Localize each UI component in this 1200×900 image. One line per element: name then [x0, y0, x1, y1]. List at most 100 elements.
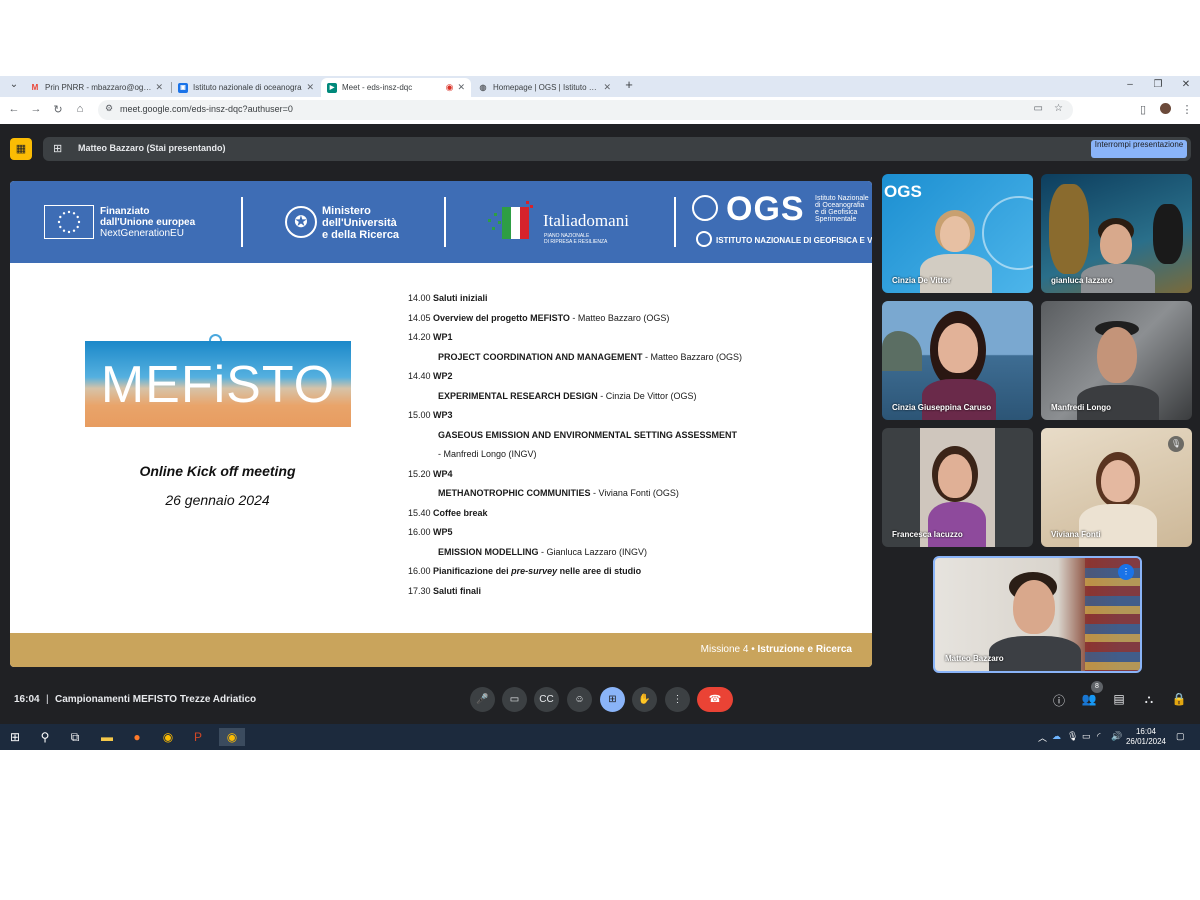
keyboard-icon[interactable]: ▭ — [1082, 731, 1091, 742]
face — [1100, 224, 1132, 264]
captions-button[interactable]: CC — [534, 687, 559, 712]
end-call-button[interactable]: ☎ — [697, 687, 733, 712]
close-icon[interactable]: ✕ — [603, 82, 611, 93]
present-screen-icon: ⊞ — [53, 143, 63, 155]
chrome-icon[interactable]: ◉ — [159, 728, 177, 746]
bookmark-star-icon[interactable]: ☆ — [1054, 103, 1063, 114]
emoji-reactions-button[interactable]: ☺ — [567, 687, 592, 712]
people-icon[interactable]: 👥 — [1081, 692, 1097, 706]
screen: ⌄ M Prin PNRR - mbazzaro@ogs.it - ✕ ▣ Is… — [0, 76, 1200, 750]
tab-istituto[interactable]: ▣ Istituto nazionale di oceanogra ✕ — [172, 78, 320, 97]
close-icon[interactable]: ✕ — [155, 82, 163, 93]
present-screen-button[interactable]: ⊞ — [600, 687, 625, 712]
forward-arrow-icon[interactable]: → — [29, 103, 43, 115]
tray-chevron-icon[interactable]: ︿ — [1038, 731, 1047, 744]
ogs-logo-text: OGS — [726, 190, 805, 228]
mur-line: Ministero — [322, 205, 371, 217]
powerpoint-icon[interactable]: P — [189, 728, 207, 746]
home-icon[interactable]: ⌂ — [73, 103, 87, 115]
omnibox[interactable]: ⚙ meet.google.com/eds-insz-dqc?authuser=… — [98, 100, 1073, 120]
bar-separator: | — [46, 694, 49, 705]
file-explorer-icon[interactable]: ▬ — [98, 728, 116, 746]
wifi-icon[interactable]: ◜ — [1097, 731, 1101, 742]
reload-icon[interactable]: ↻ — [51, 103, 65, 116]
new-tab-button[interactable]: + — [619, 77, 639, 92]
chrome-active-icon[interactable]: ◉ — [219, 728, 245, 746]
tab-gmail[interactable]: M Prin PNRR - mbazzaro@ogs.it - ✕ — [24, 78, 169, 97]
participant-tile[interactable]: gianluca lazzaro — [1041, 174, 1192, 293]
url-text[interactable]: meet.google.com/eds-insz-dqc?authuser=0 — [120, 104, 293, 114]
firefox-icon[interactable]: ● — [128, 728, 146, 746]
island-background — [882, 331, 922, 371]
host-controls-icon[interactable]: 🔒 — [1171, 692, 1187, 706]
close-icon[interactable]: ✕ — [457, 82, 465, 93]
participant-tile[interactable]: Manfredi Longo — [1041, 301, 1192, 420]
eu-line: NextGenerationEU — [100, 228, 184, 239]
back-arrow-icon[interactable]: ← — [7, 103, 21, 115]
participant-tile[interactable]: OGS Cinzia De Vittor — [882, 174, 1033, 293]
face — [938, 454, 972, 498]
agenda-item: 17.30 Saluti finali — [408, 585, 482, 596]
camera-in-use-icon[interactable]: ▭ — [1034, 103, 1043, 114]
windows-start-icon[interactable]: ⊞ — [6, 728, 24, 746]
participant-tile[interactable]: Cinzia Giuseppina Caruso — [882, 301, 1033, 420]
windows-taskbar: ⊞ ⚲ ⧉ ▬ ● ◉ P ◉ ︿ ☁ 🎙 ▭ ◜ 🔊 16:04 26/01/… — [0, 724, 1200, 750]
more-options-button[interactable]: ⋮ — [665, 687, 690, 712]
face — [1097, 327, 1137, 383]
agenda-item: 14.05 Overview del progetto MEFISTO - Ma… — [408, 312, 670, 323]
browser-menu-icon[interactable]: ⋮ — [1180, 103, 1194, 116]
recording-icon: ◉ — [445, 82, 454, 92]
side-panel-icon[interactable]: ▯ — [1136, 103, 1150, 116]
site-info-icon[interactable]: ⚙ — [105, 103, 113, 114]
meet-top-bar: ▦ ⊞ Matteo Bazzaro (Stai presentando) In… — [0, 124, 1200, 174]
search-icon[interactable]: ⚲ — [36, 728, 54, 746]
window-close-button[interactable]: ✕ — [1176, 79, 1196, 90]
body — [920, 254, 992, 293]
tab-search-icon[interactable]: ⌄ — [4, 79, 24, 90]
eu-funding-text: Finanziato dall'Unione europea NextGener… — [100, 206, 195, 239]
minimize-button[interactable]: – — [1120, 79, 1140, 90]
agenda-item: 14.20 WP1 — [408, 332, 453, 342]
camera-button[interactable]: ▭ — [502, 687, 527, 712]
participant-tile-self[interactable]: ⋮ Matteo Bazzaro — [933, 556, 1142, 673]
notifications-icon[interactable]: ▢ — [1176, 731, 1185, 742]
meet-control-bar: 16:04 | Campionamenti MEFISTO Trezze Adr… — [0, 679, 1200, 724]
face — [938, 323, 978, 373]
tab-ogs-homepage[interactable]: ◍ Homepage | OGS | Istituto Nazi ✕ — [472, 78, 617, 97]
meeting-name: Campionamenti MEFISTO Trezze Adriatico — [55, 694, 257, 705]
agenda-subitem: EXPERIMENTAL RESEARCH DESIGN - Cinzia De… — [438, 390, 697, 401]
profile-avatar[interactable] — [1158, 103, 1172, 117]
ogs-sub-line: e di Geofisica — [815, 209, 858, 216]
participant-name: Matteo Bazzaro — [945, 654, 1004, 663]
microphone-button[interactable]: 🎤 — [470, 687, 495, 712]
stop-presenting-button[interactable]: Interrompi presentazione — [1091, 140, 1187, 158]
mic-tray-icon[interactable]: 🎙 — [1067, 731, 1078, 742]
raise-hand-button[interactable]: ✋ — [632, 687, 657, 712]
task-view-icon[interactable]: ⧉ — [66, 728, 84, 746]
globe-icon: ◍ — [479, 83, 487, 92]
volume-icon[interactable]: 🔊 — [1111, 731, 1122, 742]
onedrive-icon[interactable]: ☁ — [1052, 731, 1061, 742]
activities-icon[interactable]: ⛬ — [1141, 692, 1157, 707]
restore-button[interactable]: ❐ — [1148, 79, 1168, 90]
agenda-subitem: EMISSION MODELLING - Gianluca Lazzaro (I… — [438, 546, 648, 557]
slide-header-logos: Finanziato dall'Unione europea NextGener… — [10, 181, 872, 263]
participant-name: Cinzia De Vittor — [892, 276, 951, 285]
tab-label: Istituto nazionale di oceanogra — [193, 83, 302, 92]
close-icon[interactable]: ✕ — [306, 82, 314, 93]
presenting-label: Matteo Bazzaro (Stai presentando) — [78, 143, 226, 153]
presentation-paused-icon[interactable]: ▦ — [10, 138, 32, 160]
participant-tile[interactable]: Francesca Iacuzzo — [882, 428, 1033, 547]
tab-meet[interactable]: ▶ Meet - eds-insz-dqc ◉ ✕ — [321, 78, 471, 97]
system-clock[interactable]: 16:04 26/01/2024 — [1126, 727, 1166, 747]
body — [1079, 504, 1157, 547]
chat-icon[interactable]: ▤ — [1111, 692, 1127, 706]
gmail-icon: M — [31, 83, 39, 92]
logo-divider — [674, 197, 676, 247]
participant-tile[interactable]: 🎙 Viviana Fonti — [1041, 428, 1192, 547]
itd-sub-line: DI RIPRESA E RESILIENZA — [544, 239, 608, 245]
tab-strip: ⌄ M Prin PNRR - mbazzaro@ogs.it - ✕ ▣ Is… — [0, 76, 1200, 97]
meeting-info-icon[interactable]: ⓘ — [1051, 692, 1067, 709]
system-date: 26/01/2024 — [1125, 737, 1166, 746]
agenda-item: 15.40 Coffee break — [408, 507, 488, 518]
